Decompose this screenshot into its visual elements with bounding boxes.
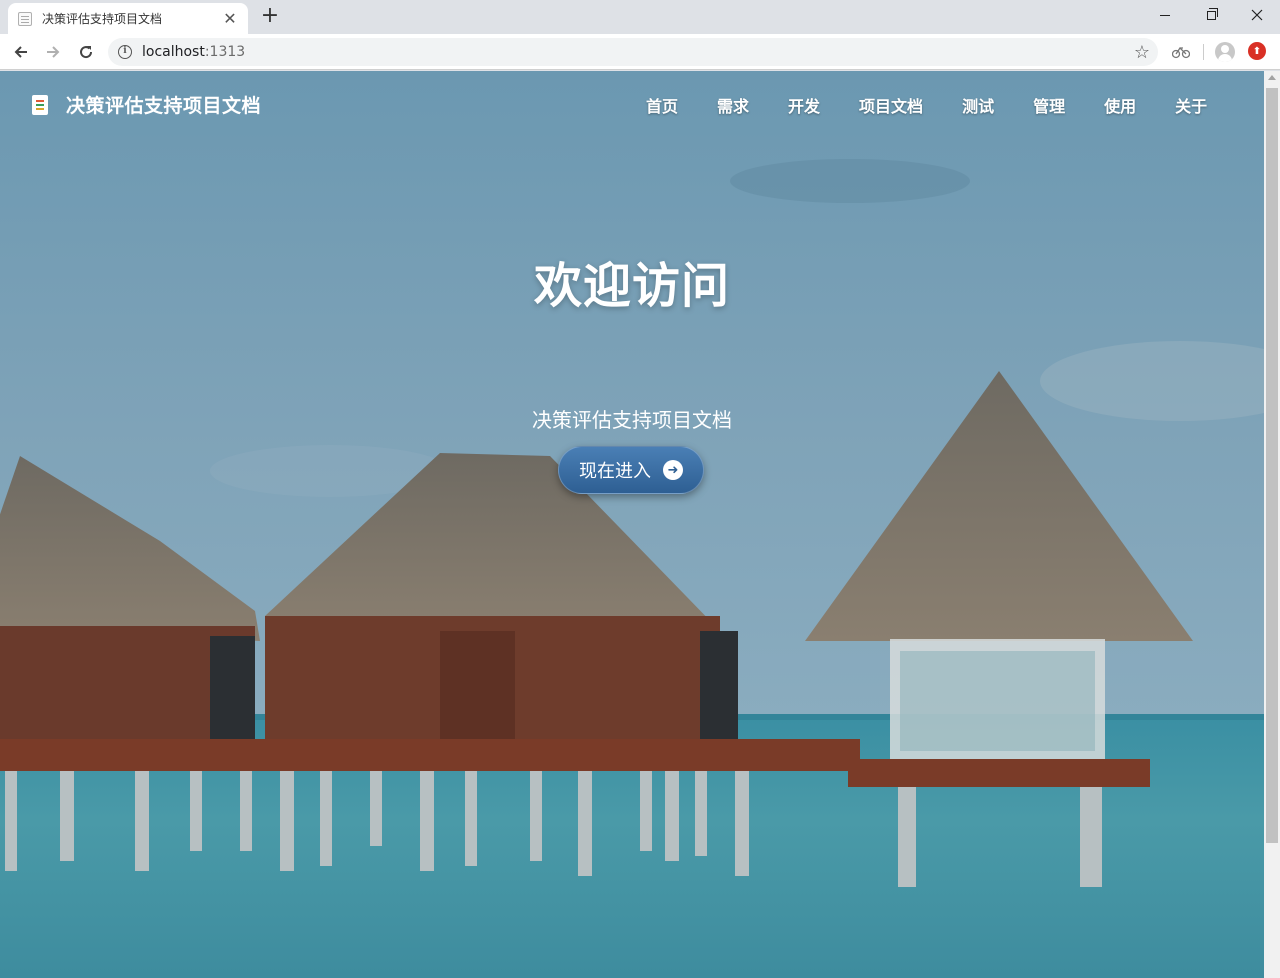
nav-item-management[interactable]: 管理 <box>1033 93 1065 117</box>
tab-strip: 决策评估支持项目文档 ✕ + <box>0 0 1280 34</box>
profile-avatar-icon[interactable] <box>1215 42 1235 62</box>
close-window-button[interactable] <box>1234 0 1280 30</box>
brand[interactable]: 决策评估支持项目文档 <box>32 91 261 118</box>
nav-item-about[interactable]: 关于 <box>1175 93 1207 117</box>
tab-title: 决策评估支持项目文档 <box>42 12 163 26</box>
arrow-circle-right-icon: ➜ <box>663 460 683 480</box>
nav-item-requirements[interactable]: 需求 <box>717 93 749 117</box>
site-header: 决策评估支持项目文档 首页 需求 开发 项目文档 测试 管理 使用 关于 <box>0 71 1264 137</box>
nav-item-project-docs[interactable]: 项目文档 <box>859 93 923 117</box>
page-viewport: 决策评估支持项目文档 首页 需求 开发 项目文档 测试 管理 使用 关于 欢迎访… <box>0 71 1264 978</box>
extension-icon[interactable] <box>1171 42 1191 62</box>
main-nav: 首页 需求 开发 项目文档 测试 管理 使用 关于 <box>646 93 1246 117</box>
hero-background-image <box>0 71 1264 978</box>
scroll-up-arrow-icon[interactable] <box>1268 75 1276 80</box>
site-title: 决策评估支持项目文档 <box>66 95 262 117</box>
nav-item-testing[interactable]: 测试 <box>962 93 994 117</box>
reload-button[interactable] <box>74 40 98 64</box>
scrollbar-thumb[interactable] <box>1266 88 1278 843</box>
nav-item-development[interactable]: 开发 <box>788 93 820 117</box>
restore-button[interactable] <box>1188 0 1234 30</box>
reload-icon <box>80 46 93 59</box>
url-port: :1313 <box>204 44 246 60</box>
new-tab-button[interactable]: + <box>258 5 282 29</box>
enter-now-button[interactable]: 现在进入 ➜ <box>558 446 704 494</box>
hero-title: 欢迎访问 <box>533 258 730 314</box>
url-host: localhost <box>142 44 205 60</box>
info-icon[interactable]: i <box>118 45 132 59</box>
minimize-button[interactable] <box>1142 0 1188 30</box>
close-icon <box>1251 9 1263 21</box>
window-controls <box>1142 0 1280 30</box>
nav-item-usage[interactable]: 使用 <box>1104 93 1136 117</box>
arrow-left-icon <box>14 46 27 58</box>
document-icon <box>32 94 48 115</box>
forward-button[interactable] <box>41 40 65 64</box>
arrow-right-icon <box>47 46 60 58</box>
update-arrow-icon[interactable]: ⬆ <box>1248 42 1266 60</box>
hero-subtitle: 决策评估支持项目文档 <box>532 408 732 432</box>
minimize-icon <box>1160 14 1170 16</box>
bicycle-icon <box>1172 46 1190 59</box>
document-icon <box>18 11 32 26</box>
nav-item-home[interactable]: 首页 <box>646 93 678 117</box>
address-bar[interactable]: i localhost:1313 ☆ <box>108 38 1158 66</box>
browser-tab[interactable]: 决策评估支持项目文档 ✕ <box>8 3 248 34</box>
back-button[interactable] <box>9 40 33 64</box>
bookmark-star-icon[interactable]: ☆ <box>1134 42 1150 63</box>
toolbar-divider <box>1203 44 1204 60</box>
enter-now-label: 现在进入 <box>579 461 651 482</box>
browser-toolbar: i localhost:1313 ☆ ⬆ <box>0 34 1280 70</box>
vertical-scrollbar[interactable] <box>1264 71 1280 978</box>
restore-icon <box>1206 7 1218 20</box>
tab-close-icon[interactable]: ✕ <box>222 10 238 27</box>
